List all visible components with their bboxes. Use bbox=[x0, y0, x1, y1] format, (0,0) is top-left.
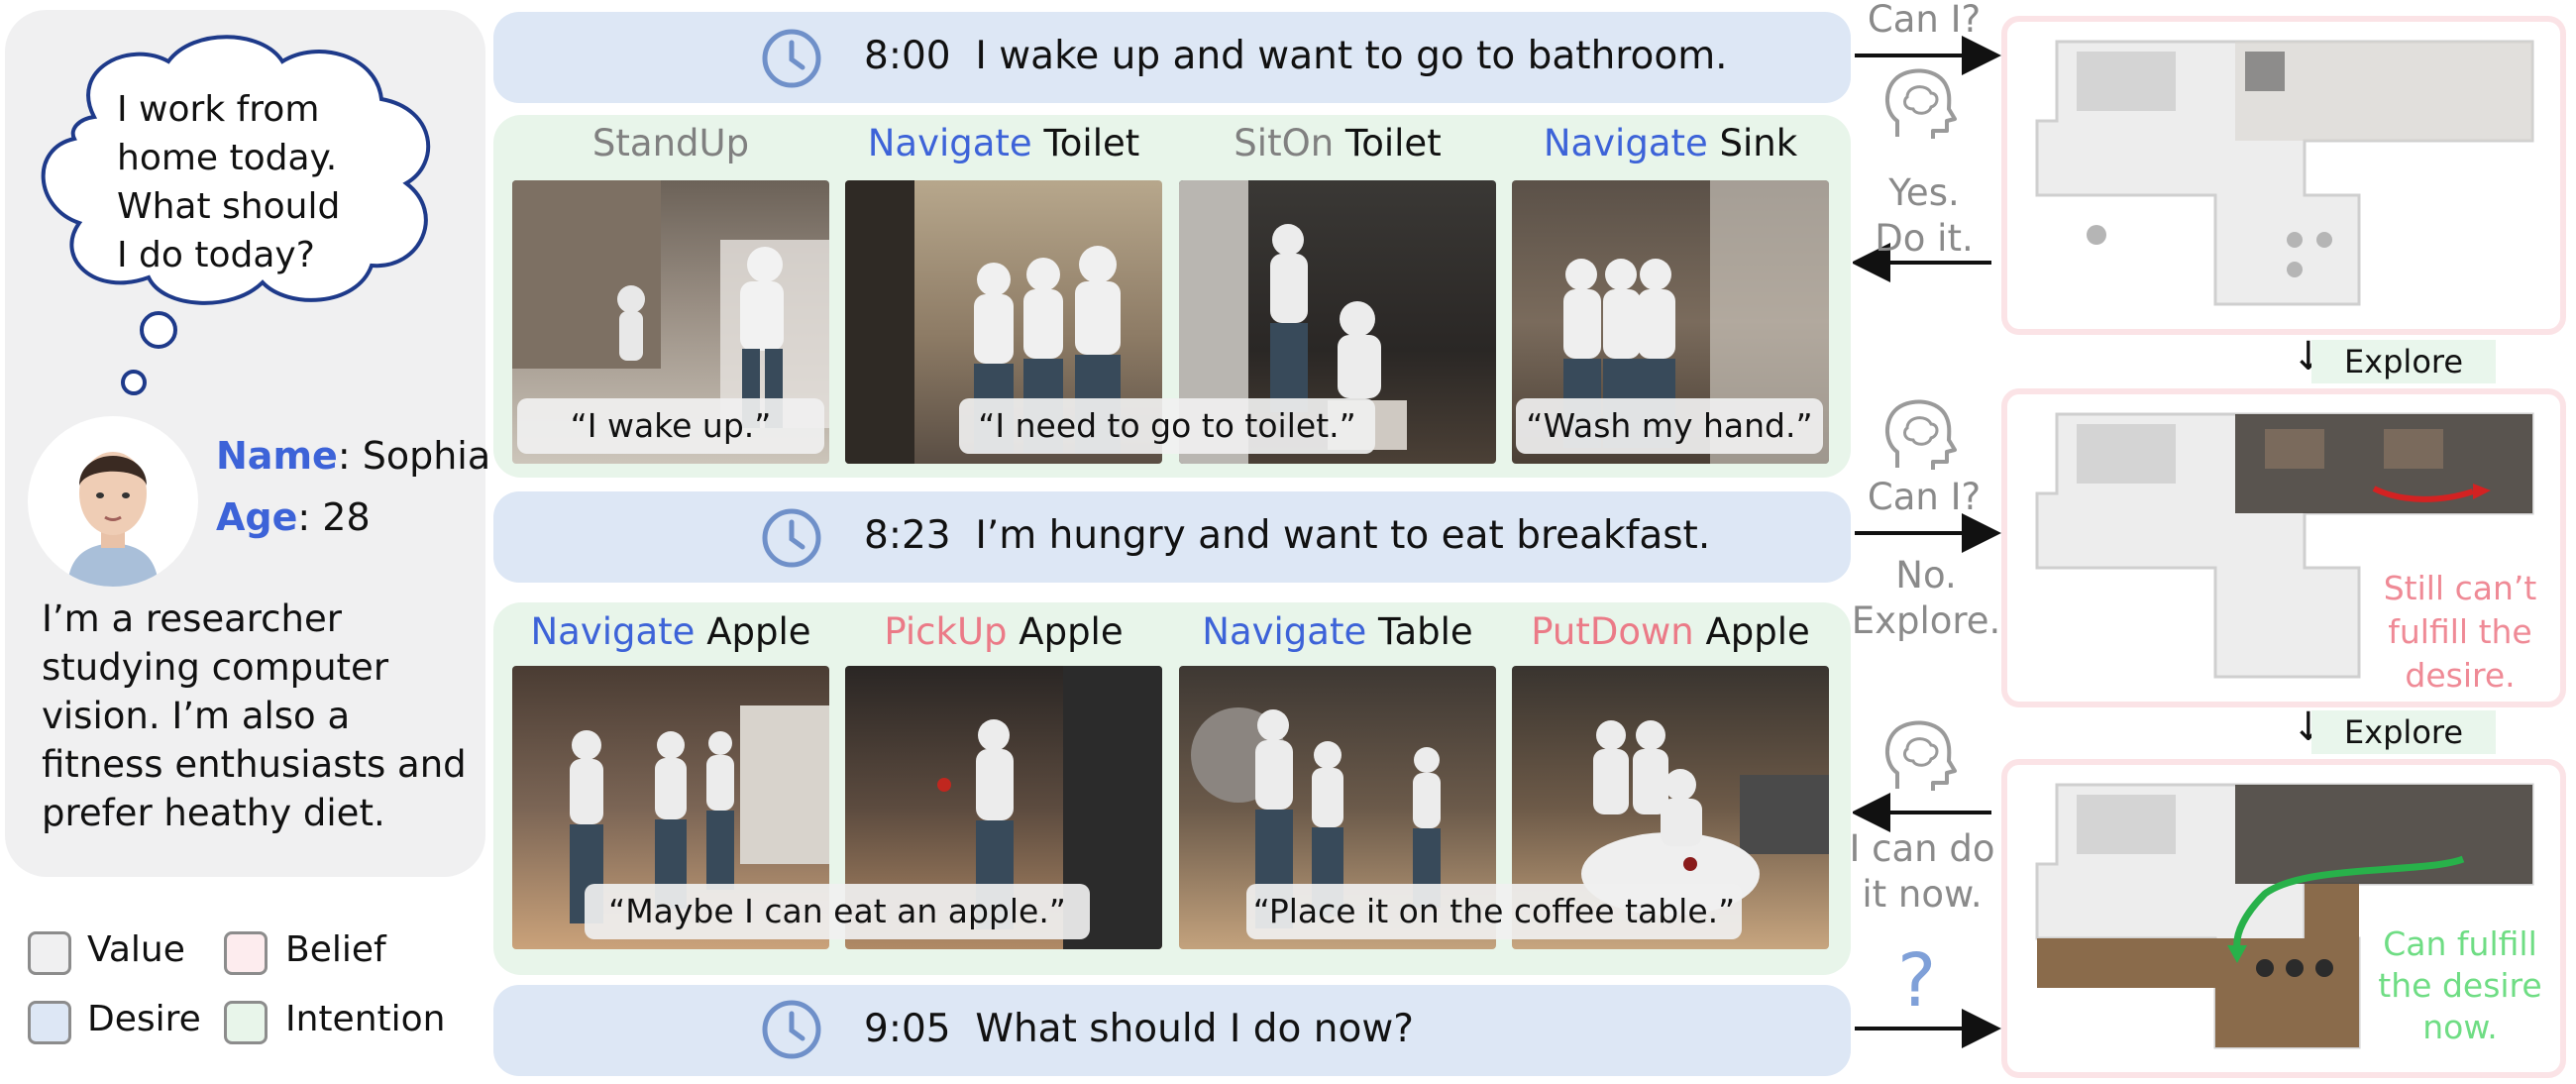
explore-tag: Explore bbox=[2311, 340, 2496, 383]
clock-icon bbox=[762, 29, 821, 88]
question-mark: ? bbox=[1897, 938, 1937, 1024]
legend-swatch-value bbox=[28, 931, 71, 975]
answer-text: I can do it now. bbox=[1849, 827, 1995, 916]
action-label: Navigate Apple bbox=[530, 610, 811, 653]
legend-label-belief: Belief bbox=[285, 929, 386, 970]
action-label: Navigate Table bbox=[1202, 610, 1473, 653]
clock-icon bbox=[762, 508, 821, 568]
dialog-arrows bbox=[1853, 36, 2001, 1048]
action-label: Navigate Sink bbox=[1543, 122, 1798, 164]
caption: “Wash my hand.” bbox=[1516, 398, 1823, 454]
persona-name: Name: Sophia bbox=[216, 434, 491, 478]
map-card-1 bbox=[2001, 16, 2566, 335]
legend-swatch-belief bbox=[224, 931, 268, 975]
explore-tag: Explore bbox=[2311, 710, 2496, 754]
desire-text-3: 9:05 What should I do now? bbox=[864, 1007, 1414, 1051]
brain-head-icon bbox=[1885, 720, 1957, 791]
fail-text: Still can’t fulfill the desire. bbox=[2383, 569, 2537, 695]
persona-age: Age: 28 bbox=[216, 495, 371, 539]
legend-label-intention: Intention bbox=[285, 999, 446, 1039]
legend-label-value: Value bbox=[87, 929, 185, 970]
caption: “I need to go to toilet.” bbox=[959, 398, 1375, 454]
persona-bio: I’m a researcher studying computer visio… bbox=[42, 597, 467, 834]
avatar bbox=[28, 416, 198, 587]
action-label: Navigate Toilet bbox=[867, 122, 1140, 164]
question-text: Can I? bbox=[1867, 476, 1982, 518]
legend-swatch-desire bbox=[28, 1001, 71, 1044]
brain-head-icon bbox=[1885, 68, 1957, 139]
answer-text: No. Explore. bbox=[1851, 554, 2001, 642]
caption: “Place it on the coffee table.” bbox=[1246, 884, 1742, 939]
desire-text-2: 8:23 I’m hungry and want to eat breakfas… bbox=[864, 513, 1711, 558]
legend-swatch-intention bbox=[224, 1001, 268, 1044]
action-label: PickUp Apple bbox=[884, 610, 1124, 653]
desire-text-1: 8:00 I wake up and want to go to bathroo… bbox=[864, 34, 1728, 78]
brain-head-icon bbox=[1885, 399, 1957, 470]
question-text: Can I? bbox=[1867, 0, 1982, 41]
caption: “Maybe I can eat an apple.” bbox=[585, 884, 1090, 939]
legend-label-desire: Desire bbox=[87, 999, 201, 1039]
success-text: Can fulfill the desire now. bbox=[2378, 924, 2542, 1046]
action-label: SitOn Toilet bbox=[1234, 122, 1442, 164]
clock-icon bbox=[762, 1000, 821, 1059]
answer-text: Yes. Do it. bbox=[1875, 171, 1974, 260]
caption: “I wake up.” bbox=[517, 398, 824, 454]
action-label: PutDown Apple bbox=[1531, 610, 1810, 653]
thought-text: I work from home today. What should I do… bbox=[117, 89, 341, 275]
action-label: StandUp bbox=[591, 122, 750, 164]
